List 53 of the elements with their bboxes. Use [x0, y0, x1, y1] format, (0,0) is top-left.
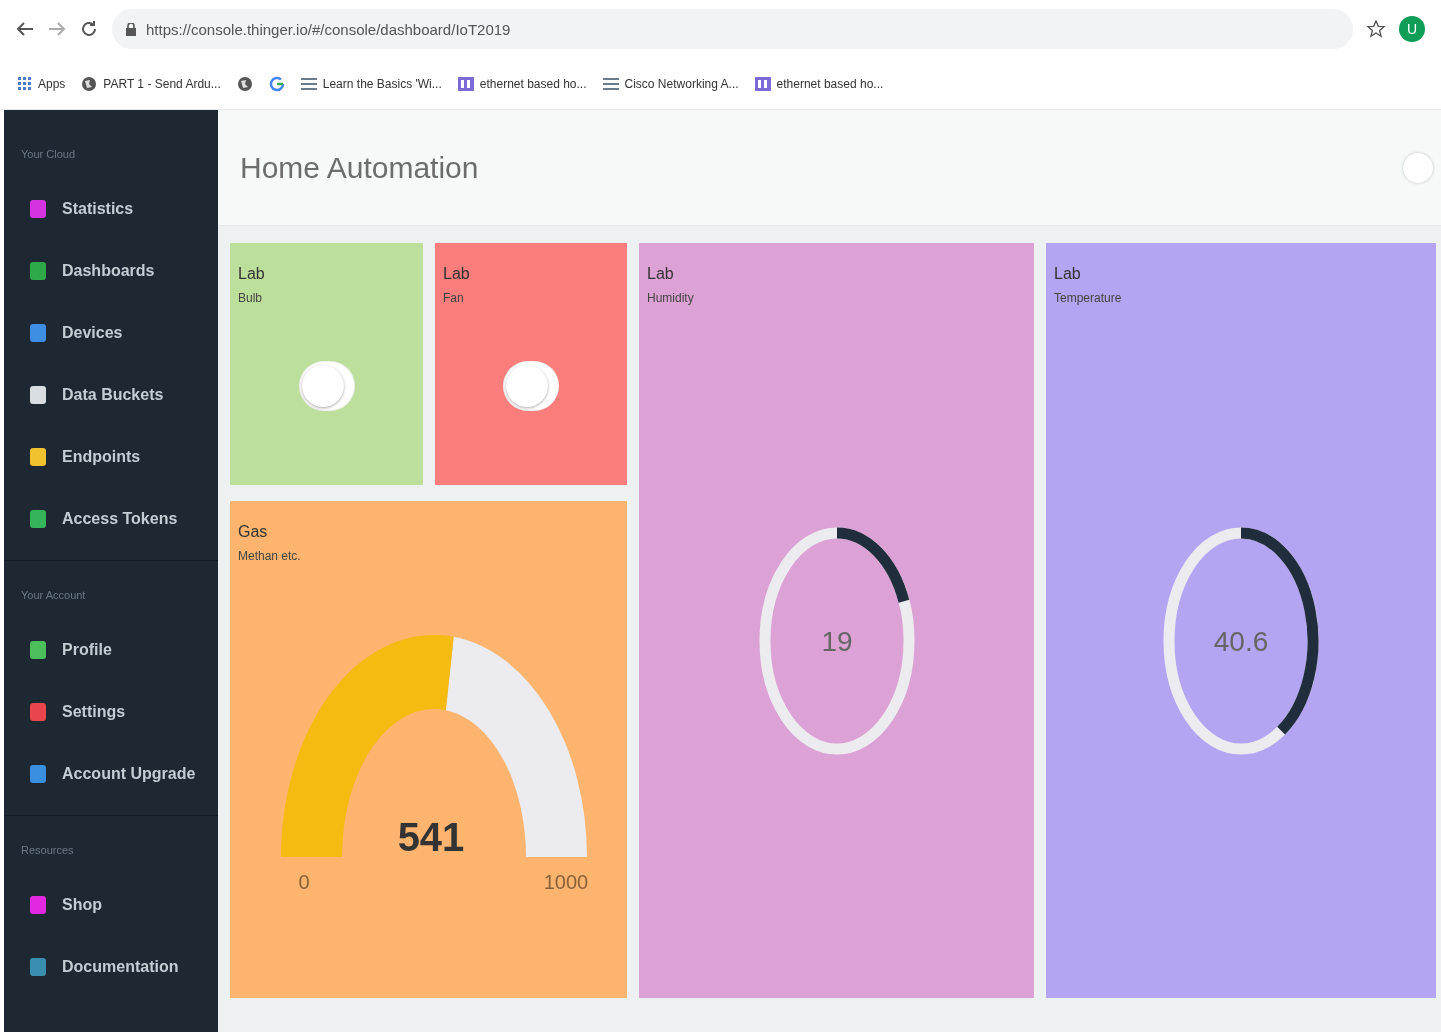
bookmark[interactable]: Apps — [18, 76, 66, 91]
url-text: https://console.thinger.io/#/console/dashboard/IoT2019 — [146, 20, 511, 38]
sidebar-item[interactable]: Settings — [4, 681, 218, 743]
list-icon — [602, 77, 619, 90]
sidebar-heading: Resources — [20, 843, 75, 858]
bookmark[interactable]: ethernet based ho... — [457, 76, 587, 91]
widget-title: Lab — [238, 265, 266, 283]
dashboard-title: Home Automation — [240, 150, 479, 185]
widget-subtitle: Humidity — [647, 291, 695, 305]
reload-icon[interactable] — [80, 20, 98, 38]
apps-icon — [18, 76, 32, 91]
sidebar-item[interactable]: Profile — [4, 619, 218, 681]
sidebar-item[interactable]: Data Buckets — [4, 364, 218, 426]
widget-title: Lab — [443, 265, 471, 283]
address-bar[interactable]: https://console.thinger.io/#/console/dashboard/IoT2019 — [112, 9, 1353, 49]
list-icon — [300, 77, 317, 90]
gauge-min-label: 0 — [298, 871, 310, 893]
sidebar-item[interactable]: Endpoints — [4, 426, 218, 488]
toggle-switch[interactable] — [503, 361, 559, 411]
sidebar-heading: Your Account — [20, 588, 87, 603]
image-icon — [457, 76, 474, 91]
widget-title: Lab — [647, 265, 675, 283]
sidebar-item[interactable]: Dashboards — [4, 240, 218, 302]
bookmark[interactable]: ethernet based ho... — [754, 76, 884, 91]
star-icon[interactable] — [1367, 20, 1385, 38]
widget-subtitle: Methan etc. — [238, 549, 302, 563]
sidebar-heading: Your Cloud — [20, 147, 77, 162]
sidebar-item[interactable]: Shop — [4, 874, 218, 936]
gauge-value: 541 — [397, 815, 465, 859]
toggle-switch[interactable] — [1403, 152, 1433, 183]
profile-avatar[interactable]: U — [1399, 16, 1425, 42]
sidebar-item[interactable]: Statistics — [4, 178, 218, 240]
toggle-switch[interactable] — [298, 361, 355, 411]
google-icon — [268, 75, 285, 92]
lock-icon — [126, 22, 136, 36]
donut-value: 40.6 — [1213, 626, 1269, 657]
donut-value: 19 — [820, 626, 853, 657]
widget-subtitle: Bulb — [238, 291, 264, 305]
sidebar-item[interactable]: Devices — [4, 302, 218, 364]
bookmark[interactable]: Cisco Networking A... — [602, 76, 739, 91]
widget-subtitle: Temperature — [1054, 291, 1123, 305]
gauge-max-label: 1000 — [543, 871, 589, 893]
sidebar-item[interactable]: Access Tokens — [4, 488, 218, 550]
bookmark[interactable]: PART 1 - Send Ardu... — [81, 75, 221, 92]
widget-title: Gas — [238, 523, 269, 541]
sidebar-item[interactable]: Account Upgrade — [4, 743, 218, 805]
widget-subtitle: Fan — [443, 291, 465, 305]
back-icon[interactable] — [16, 21, 34, 37]
widget-title: Lab — [1054, 265, 1082, 283]
image-icon — [754, 76, 771, 91]
bookmark[interactable]: Learn the Basics 'Wi... — [300, 76, 442, 91]
forward-icon[interactable] — [48, 21, 66, 37]
sidebar-item[interactable]: Documentation — [4, 936, 218, 998]
